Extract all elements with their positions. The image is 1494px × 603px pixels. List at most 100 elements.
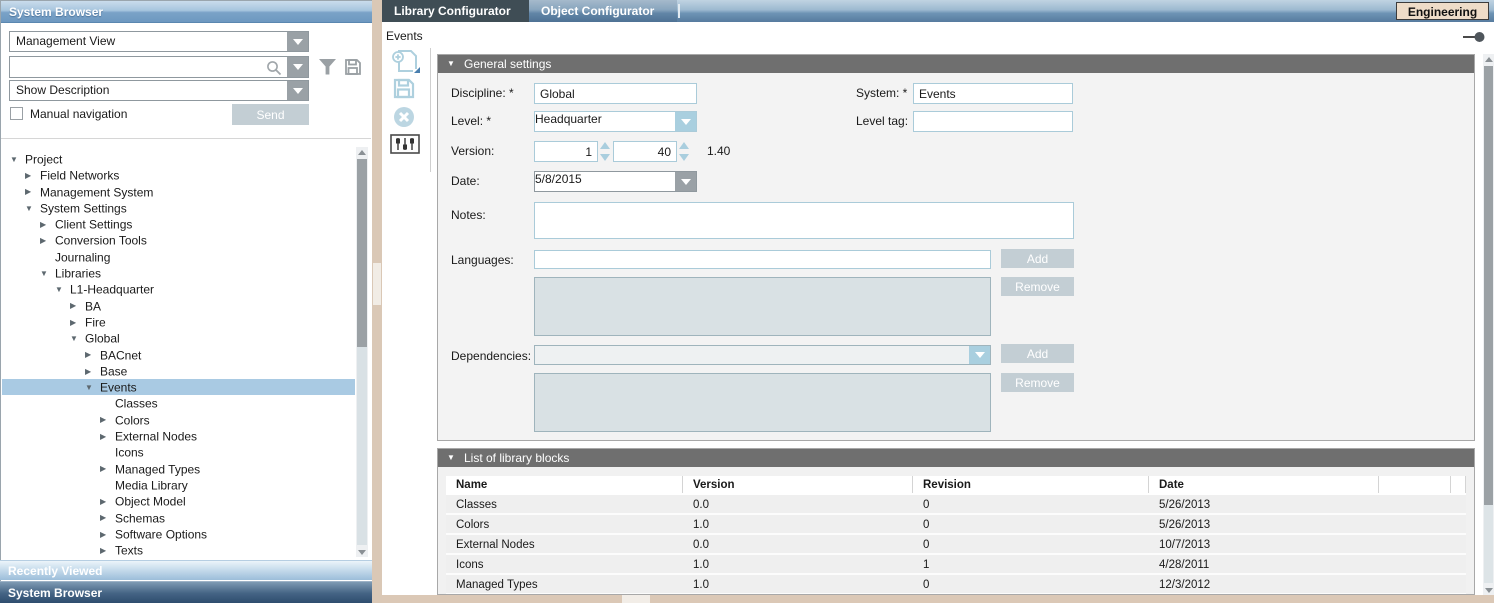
general-settings-header[interactable]: ▼ General settings (438, 55, 1474, 73)
level-dropdown[interactable]: Headquarter (534, 111, 697, 132)
tree-item-conversion-tools[interactable]: ▶Conversion Tools (2, 232, 355, 248)
chevron-down-icon[interactable]: ▼ (10, 152, 25, 168)
dependencies-remove-button[interactable]: Remove (1001, 373, 1074, 392)
level-tag-field[interactable] (913, 111, 1073, 132)
table-row-classes[interactable]: Classes0.005/26/2013 (446, 495, 1466, 515)
main-scrollbar-thumb[interactable] (1484, 66, 1493, 505)
tab-library-configurator[interactable]: Library Configurator (382, 0, 529, 22)
tree-item-system-settings[interactable]: ▼System Settings (2, 200, 355, 216)
chevron-down-icon[interactable] (675, 172, 696, 191)
chevron-down-icon[interactable] (287, 81, 308, 100)
chevron-right-icon[interactable]: ▶ (70, 315, 85, 331)
tree-item-libraries[interactable]: ▼Libraries (2, 265, 355, 281)
tree-item-ba[interactable]: ▶BA (2, 298, 355, 314)
view-selector[interactable]: Management View (9, 31, 309, 52)
chevron-down-icon[interactable] (675, 112, 696, 131)
save-filter-icon[interactable] (344, 58, 362, 76)
main-scrollbar[interactable] (1483, 54, 1494, 595)
horizontal-scrollbar-thumb[interactable] (622, 595, 650, 603)
tree-item-l1-headquarter[interactable]: ▼L1-Headquarter (2, 281, 355, 297)
languages-remove-button[interactable]: Remove (1001, 277, 1074, 296)
tree-item-project[interactable]: ▼Project (2, 151, 355, 167)
tree-item-media-library[interactable]: Media Library (2, 477, 355, 493)
chevron-down-icon[interactable]: ▼ (85, 380, 100, 396)
search-input[interactable] (12, 58, 262, 76)
table-row-icons[interactable]: Icons1.014/28/2011 (446, 555, 1466, 575)
version-minor-stepper[interactable] (679, 141, 689, 162)
languages-add-button[interactable]: Add (1001, 249, 1074, 268)
languages-input[interactable] (534, 250, 991, 269)
version-minor-input[interactable] (613, 141, 677, 162)
column-header-empty[interactable] (1379, 476, 1451, 493)
chevron-down-icon[interactable] (969, 346, 990, 364)
tree-item-managed-types[interactable]: ▶Managed Types (2, 461, 355, 477)
table-row-colors[interactable]: Colors1.005/26/2013 (446, 515, 1466, 535)
tree-item-software-options[interactable]: ▶Software Options (2, 526, 355, 542)
chevron-right-icon[interactable]: ▶ (70, 298, 85, 314)
scroll-up-icon[interactable] (1483, 54, 1494, 64)
dependencies-dropdown[interactable] (534, 345, 991, 365)
chevron-right-icon[interactable]: ▶ (85, 347, 100, 363)
system-browser-bar[interactable]: System Browser (0, 581, 372, 603)
chevron-right-icon[interactable]: ▶ (100, 543, 115, 559)
library-blocks-header[interactable]: ▼ List of library blocks (438, 449, 1474, 467)
tree-item-base[interactable]: ▶Base (2, 363, 355, 379)
tree-item-field-networks[interactable]: ▶Field Networks (2, 167, 355, 183)
tree-item-icons[interactable]: Icons (2, 444, 355, 460)
tree-item-texts[interactable]: ▶Texts (2, 542, 355, 558)
tree-item-schemas[interactable]: ▶Schemas (2, 510, 355, 526)
chevron-down-icon[interactable]: ▼ (25, 201, 40, 217)
chevron-right-icon[interactable]: ▶ (100, 429, 115, 445)
main-scrollbar-track[interactable] (1484, 505, 1493, 583)
tree-item-journaling[interactable]: Journaling (2, 249, 355, 265)
engineering-button[interactable]: Engineering (1396, 2, 1489, 20)
panel-splitter-handle[interactable] (373, 263, 381, 305)
cancel-icon[interactable] (393, 106, 415, 128)
chevron-right-icon[interactable]: ▶ (40, 233, 55, 249)
chevron-right-icon[interactable]: ▶ (100, 510, 115, 526)
chevron-right-icon[interactable]: ▶ (100, 461, 115, 477)
chevron-right-icon[interactable]: ▶ (100, 494, 115, 510)
tree-item-fire[interactable]: ▶Fire (2, 314, 355, 330)
tree-item-events[interactable]: ▼Events (2, 379, 355, 395)
filter-icon[interactable] (318, 58, 337, 76)
chevron-right-icon[interactable]: ▶ (85, 364, 100, 380)
scroll-up-icon[interactable] (356, 147, 368, 157)
chevron-right-icon[interactable]: ▶ (40, 217, 55, 233)
chevron-right-icon[interactable]: ▶ (25, 168, 40, 184)
tree-item-colors[interactable]: ▶Colors (2, 412, 355, 428)
scroll-down-icon[interactable] (1483, 585, 1494, 595)
column-header-empty[interactable] (1451, 476, 1466, 493)
system-field[interactable] (913, 83, 1073, 104)
filter-settings-icon[interactable] (390, 134, 420, 154)
search-history-dropdown-icon[interactable] (287, 57, 308, 77)
tree-item-external-nodes[interactable]: ▶External Nodes (2, 428, 355, 444)
chevron-right-icon[interactable]: ▶ (100, 527, 115, 543)
pin-icon[interactable] (1462, 31, 1486, 43)
chevron-down-icon[interactable]: ▼ (55, 282, 70, 298)
chevron-right-icon[interactable]: ▶ (100, 412, 115, 428)
tree-item-bacnet[interactable]: ▶BACnet (2, 347, 355, 363)
save-icon[interactable] (393, 78, 415, 99)
languages-listbox[interactable] (534, 277, 991, 336)
table-row-external-nodes[interactable]: External Nodes0.0010/7/2013 (446, 535, 1466, 555)
tab-object-configurator[interactable]: Object Configurator (529, 0, 677, 22)
date-dropdown[interactable]: 5/8/2015 (534, 171, 697, 192)
discipline-field[interactable] (534, 83, 697, 104)
tree-scrollbar-thumb[interactable] (357, 159, 367, 347)
new-document-icon[interactable] (391, 49, 421, 75)
notes-textarea[interactable] (534, 202, 1074, 239)
table-row-managed-types[interactable]: Managed Types1.0012/3/2012 (446, 575, 1466, 595)
tree-item-client-settings[interactable]: ▶Client Settings (2, 216, 355, 232)
chevron-down-icon[interactable]: ▼ (40, 266, 55, 282)
column-header-revision[interactable]: Revision (913, 476, 1149, 493)
collapse-icon[interactable]: ▼ (447, 449, 455, 467)
collapse-icon[interactable]: ▼ (447, 55, 455, 73)
chevron-right-icon[interactable]: ▶ (25, 184, 40, 200)
tree-scrollbar-track[interactable] (357, 347, 367, 545)
display-mode-selector[interactable]: Show Description (9, 80, 309, 101)
version-major-input[interactable] (534, 141, 598, 162)
tree-item-global[interactable]: ▼Global (2, 330, 355, 346)
manual-navigation-checkbox[interactable] (10, 107, 23, 120)
chevron-down-icon[interactable] (287, 32, 308, 51)
